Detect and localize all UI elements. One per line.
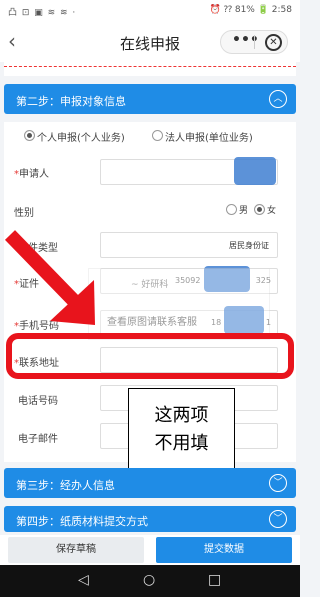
watermark-logo: ~ 好研科 <box>131 280 169 290</box>
gender-male-label[interactable]: 男 <box>239 203 248 216</box>
email-label: 电子邮件 <box>18 434 58 445</box>
dashed-divider <box>4 66 296 67</box>
chevron-down-icon[interactable]: ﹀ <box>269 510 287 528</box>
callout-line2: 不用填 <box>154 433 209 454</box>
save-draft-button[interactable]: 保存草稿 <box>8 537 144 563</box>
radio-personal-label[interactable]: 个人申报(个人业务) <box>37 129 125 144</box>
gender-female-label[interactable]: 女 <box>267 203 276 216</box>
cert-type-value: 居民身份证 <box>229 241 269 250</box>
section-step4-header[interactable]: 第四步：纸质材料提交方式 ﹀ <box>4 506 296 532</box>
status-icons-right: ⏰ ⁇ 81% 🔋 2:58 <box>209 5 292 15</box>
section-title: 第二步：申报对象信息 <box>16 95 126 108</box>
annotation-callout: 这两项 不用填 <box>128 388 235 470</box>
system-navigation-bar: ◁ ○ □ <box>0 565 300 597</box>
gender-label: 性别 <box>14 208 34 219</box>
submit-button[interactable]: 提交数据 <box>156 537 292 563</box>
radio-personal[interactable] <box>24 130 35 141</box>
callout-line1: 这两项 <box>154 405 209 426</box>
gender-male-radio[interactable] <box>226 204 237 215</box>
section-title: 第三步：经办人信息 <box>16 479 115 492</box>
radio-legal[interactable] <box>152 130 163 141</box>
close-icon[interactable]: ✕ <box>265 34 282 51</box>
recent-apps-icon[interactable]: □ <box>208 572 221 588</box>
redaction-block <box>234 157 276 185</box>
watermark: ~ 好研科 查看原图请联系客服 <box>88 268 270 340</box>
bottom-action-bar: 保存草稿 提交数据 <box>0 535 300 565</box>
annotation-highlight-box <box>6 333 294 379</box>
cert-type-select[interactable]: 居民身份证 <box>100 232 278 258</box>
previous-section-bottom <box>4 62 296 76</box>
navigation-bar: ‹ 在线申报 ••• ✕ <box>0 22 300 62</box>
chevron-down-icon[interactable]: ﹀ <box>269 474 287 492</box>
back-triangle-icon[interactable]: ◁ <box>78 572 89 588</box>
tel-label: 电话号码 <box>18 396 58 407</box>
gender-female-radio[interactable] <box>254 204 265 215</box>
section-step3-header[interactable]: 第三步：经办人信息 ﹀ <box>4 468 296 498</box>
annotation-arrow-icon <box>4 230 95 325</box>
chevron-up-icon[interactable]: ︿ <box>269 90 287 108</box>
status-icons-left: 凸 ⊡ ▣ ≋ ≋ · <box>8 8 77 18</box>
section-step2-header[interactable]: 第二步：申报对象信息 ︿ <box>4 84 296 114</box>
radio-legal-label[interactable]: 法人申报(单位业务) <box>165 129 253 144</box>
capsule-divider <box>254 35 255 49</box>
applicant-label: *申请人 <box>14 169 49 180</box>
status-bar: 凸 ⊡ ▣ ≋ ≋ · ⏰ ⁇ 81% 🔋 2:58 <box>0 0 300 22</box>
home-circle-icon[interactable]: ○ <box>143 572 155 588</box>
section-title: 第四步：纸质材料提交方式 <box>16 515 148 528</box>
miniapp-capsule: ••• ✕ <box>220 30 288 54</box>
watermark-text: 查看原图请联系客服 <box>107 317 197 328</box>
